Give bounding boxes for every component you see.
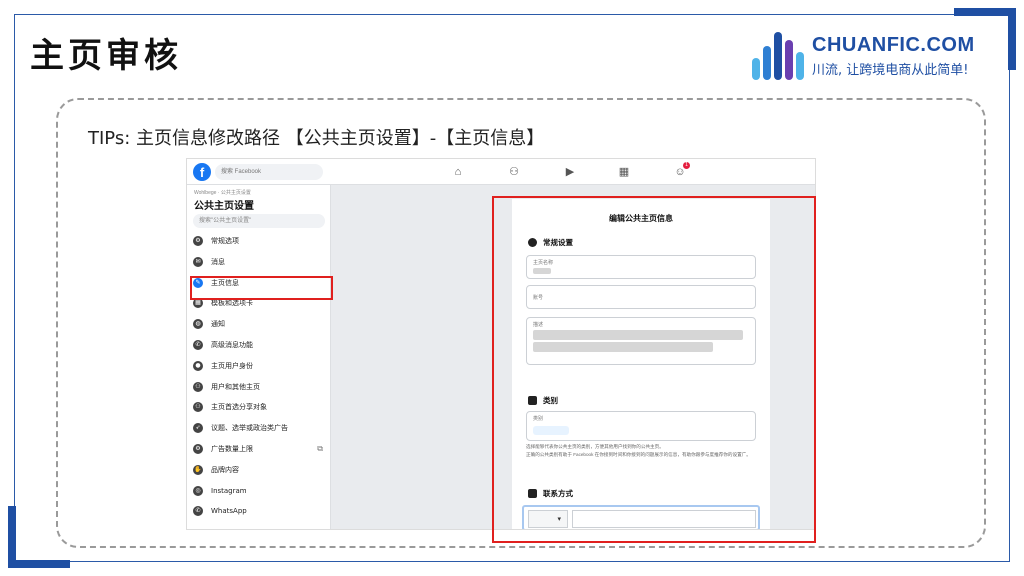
sidebar-item-label: Instagram (211, 486, 247, 495)
friends-icon[interactable]: ⚇ (507, 165, 521, 179)
people-icon: ⚇ (193, 381, 203, 392)
sidebar-item-label: WhatsApp (211, 507, 247, 516)
external-link-icon[interactable]: ⧉ (317, 444, 323, 454)
sidebar-item[interactable]: ● 主页用户身份 (193, 356, 329, 376)
chat-icon: ✉ (193, 256, 203, 267)
logo-bar (763, 46, 771, 80)
sidebar-item[interactable]: ⚇ 用户和其他主页 (193, 377, 329, 397)
marketplace-icon[interactable]: ▦ (617, 165, 631, 179)
sidebar-item[interactable]: ✋ 品牌内容 (193, 460, 329, 480)
sidebar-item[interactable]: ⚇ 主页首选分享对象 (193, 397, 329, 417)
sidebar-item[interactable]: ⚙ 广告数量上限 ⧉ (193, 439, 329, 459)
sidebar-item-label: 主页首选分享对象 (211, 403, 267, 412)
home-icon[interactable]: ⌂ (451, 165, 465, 179)
breadcrumb[interactable]: Wohlbege · 公共主页设置 (194, 189, 251, 196)
sidebar-title: 公共主页设置 (194, 201, 254, 212)
globe-icon: ◍ (193, 319, 203, 330)
sidebar-item-label: 高级消息功能 (211, 341, 253, 349)
instagram-icon: ◎ (193, 485, 203, 496)
highlight-edit-panel (492, 196, 816, 543)
sidebar-item[interactable]: ✉ 消息 (193, 252, 329, 272)
sidebar-item-label: 议题、选举或政治类广告 (211, 424, 288, 433)
logo-slogan: 川流, 让跨境电商从此简单! (812, 63, 969, 78)
fb-search-input[interactable]: 搜索 Facebook (215, 164, 323, 180)
rocket-icon: ➶ (193, 423, 203, 434)
messenger-icon: ✆ (193, 340, 203, 350)
slide-title: 主页审核 (30, 36, 182, 76)
sidebar-item-label: 主页用户身份 (211, 361, 253, 370)
logo-brand: CHUANFIC.COM (812, 34, 975, 56)
watch-icon[interactable]: ▶ (563, 165, 577, 179)
sidebar-item-label: 品牌内容 (211, 465, 239, 474)
chuanfic-logo: CHUANFIC.COM 川流, 让跨境电商从此简单! (752, 32, 975, 80)
sidebar-item-label: 通知 (211, 320, 225, 329)
logo-bars-icon (752, 32, 804, 80)
tips-text: TIPs: 主页信息修改路径 【公共主页设置】-【主页信息】 (88, 128, 545, 149)
gear-icon: ⚙ (193, 444, 203, 454)
sidebar-search-input[interactable]: 搜索"公共主页设置" (193, 214, 325, 228)
sidebar-item-label: 广告数量上限 (211, 445, 253, 453)
sidebar-item-label: 常规选项 (211, 237, 239, 245)
sidebar-item[interactable]: ⚙ 常规选项 (193, 231, 329, 251)
sidebar-item[interactable]: ◍ 通知 (193, 314, 329, 334)
people-icon: ⚇ (193, 402, 203, 413)
fb-topbar: f 搜索 Facebook ⌂ ⚇ ▶ ▦ ☺ 1 (187, 159, 815, 185)
notification-badge: 1 (683, 162, 690, 169)
settings-sidebar: Wohlbege · 公共主页设置 公共主页设置 搜索"公共主页设置" ⚙ 常规选… (187, 185, 331, 529)
sidebar-item-label: 消息 (211, 257, 225, 266)
sidebar-item-label: 用户和其他主页 (211, 382, 260, 391)
sidebar-item[interactable]: ➶ 议题、选举或政治类广告 (193, 418, 329, 438)
highlight-page-info-menu (190, 276, 333, 300)
sidebar-item[interactable]: ◎ Instagram (193, 481, 329, 501)
logo-bar (785, 40, 793, 80)
facebook-logo-icon[interactable]: f (193, 163, 211, 181)
sidebar-item[interactable]: ✆ 高级消息功能 (193, 335, 329, 355)
sidebar-item[interactable]: ✆ WhatsApp (193, 501, 329, 521)
logo-bar (752, 58, 760, 80)
whatsapp-icon: ✆ (193, 506, 203, 517)
handshake-icon: ✋ (193, 464, 203, 475)
logo-bar (774, 32, 782, 80)
gear-icon: ⚙ (193, 236, 203, 246)
person-icon: ● (193, 360, 203, 371)
logo-bar (796, 52, 804, 80)
